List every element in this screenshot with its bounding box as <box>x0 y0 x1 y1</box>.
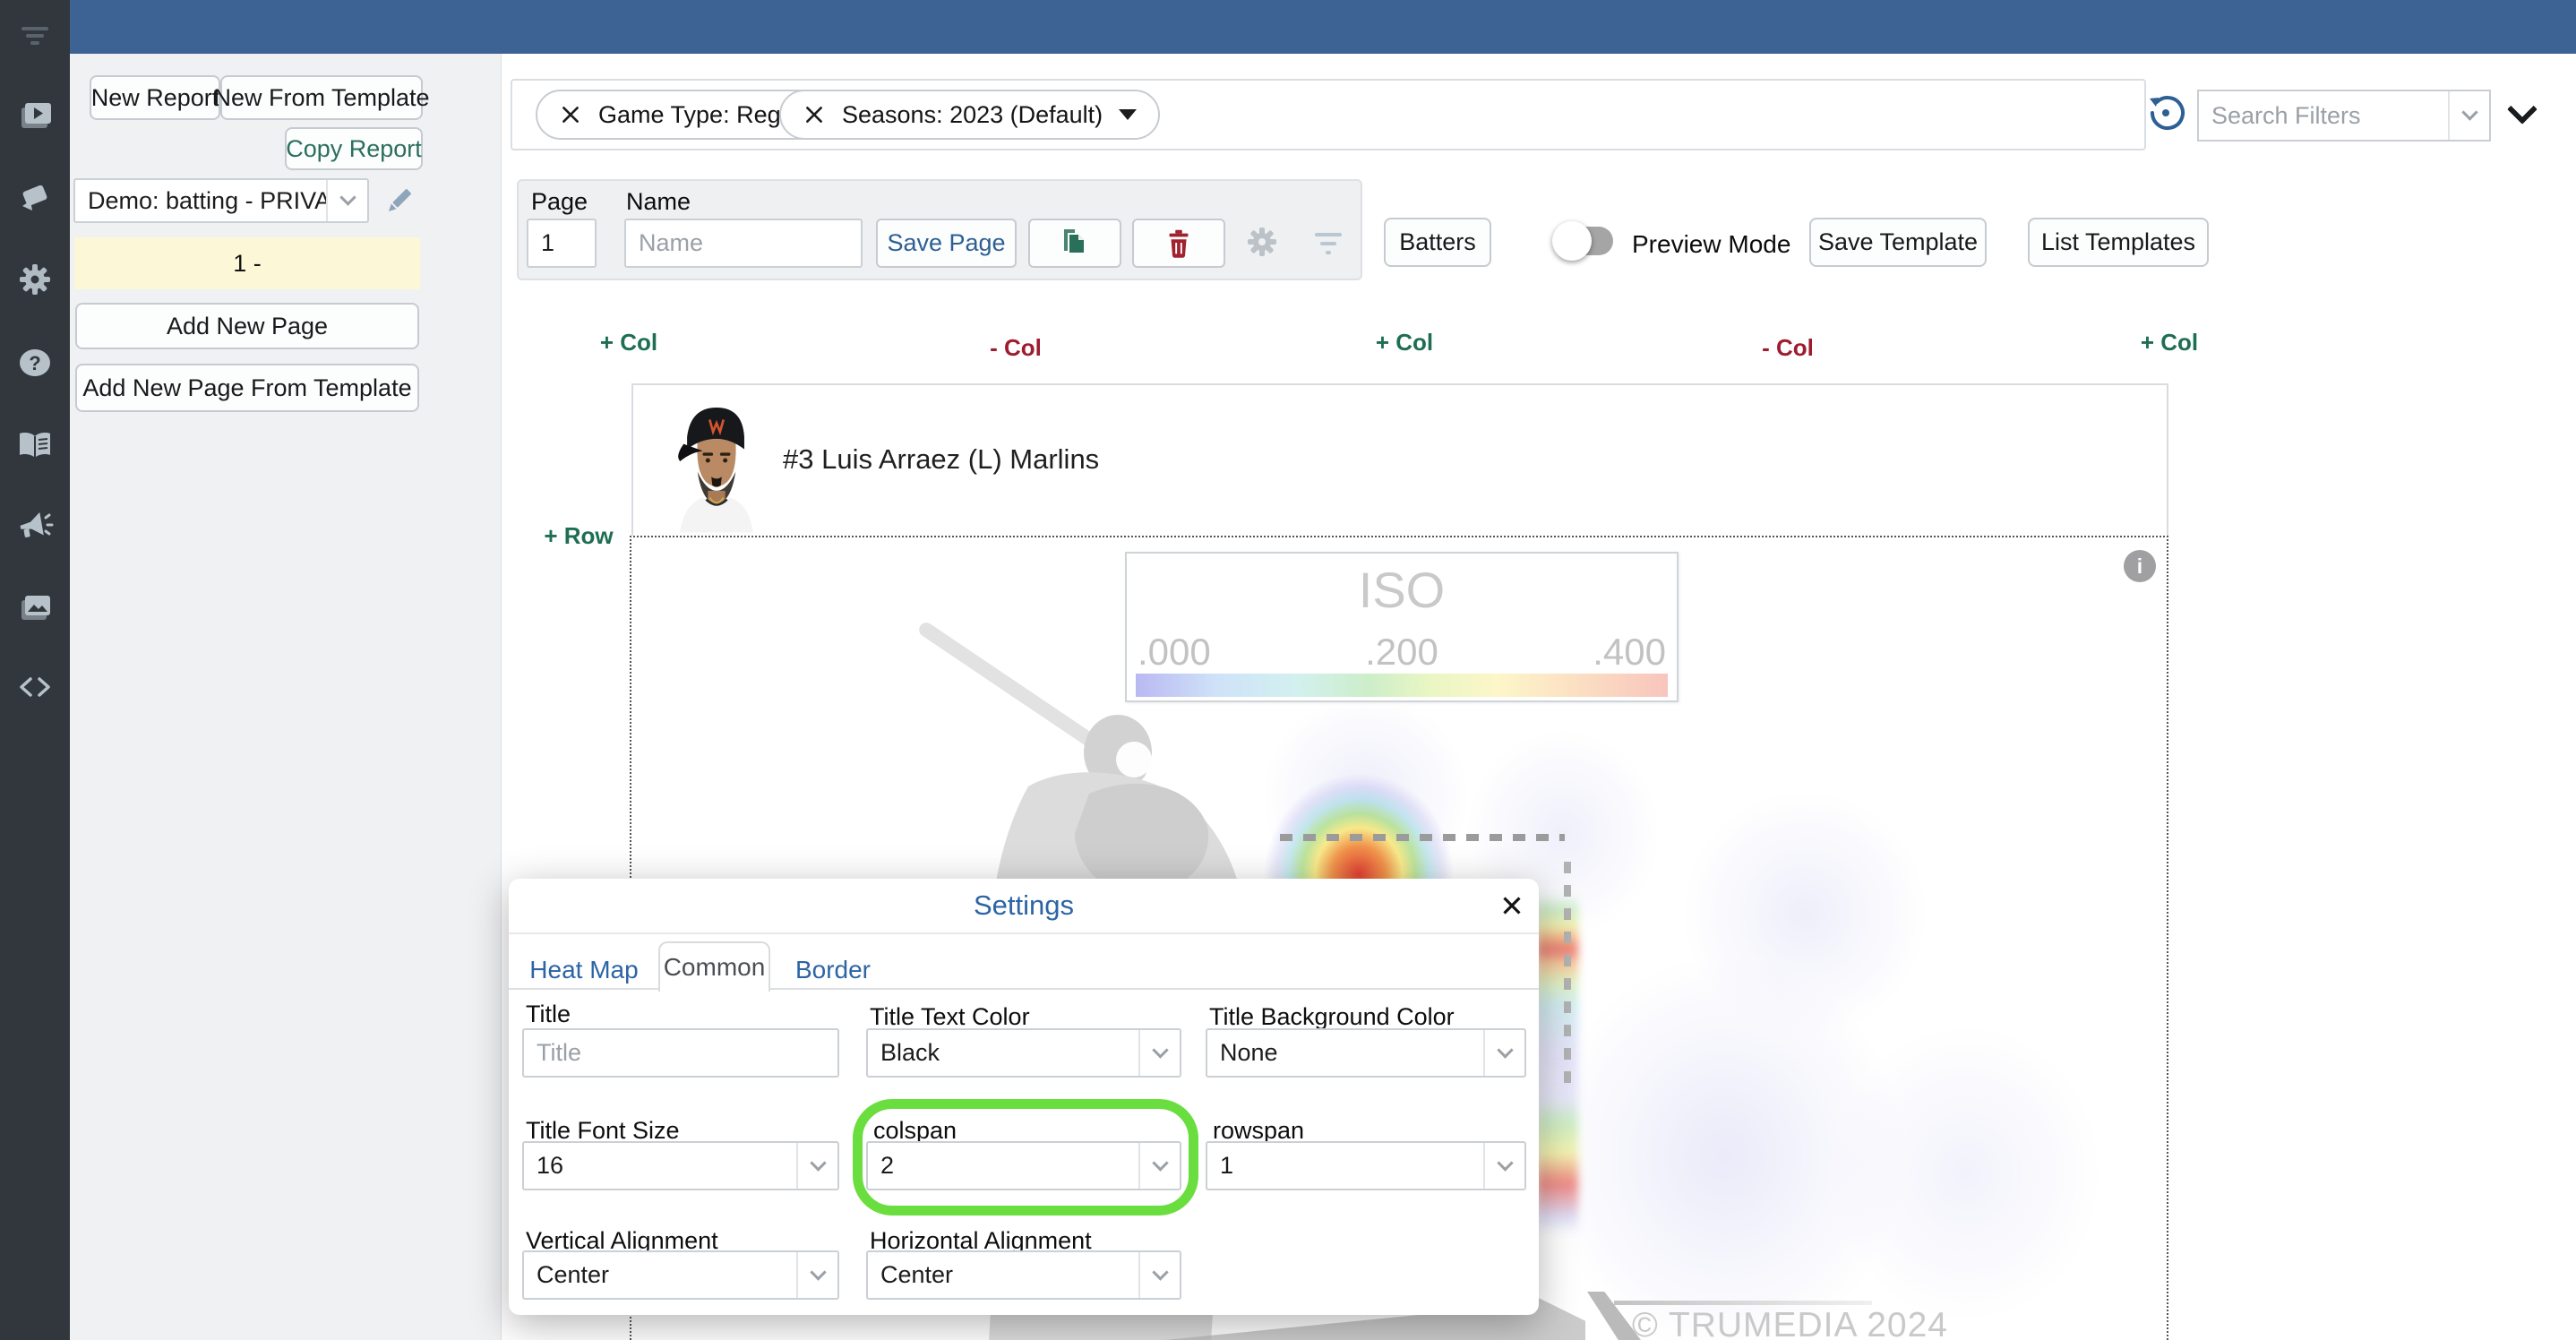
settings-gear-icon[interactable] <box>15 260 55 299</box>
chevron-down-icon[interactable] <box>2448 91 2489 140</box>
new-from-template-button[interactable]: New From Template <box>213 75 430 120</box>
add-new-page-button[interactable]: Add New Page <box>75 303 419 349</box>
page-name-input[interactable] <box>624 219 863 268</box>
title-text-color-label: Title Text Color <box>870 1003 1030 1030</box>
search-filters-box <box>2197 90 2491 142</box>
glossary-book-icon[interactable] <box>15 425 55 465</box>
page-list-item-selected[interactable]: 1 - <box>74 237 420 289</box>
tab-common-active[interactable]: Common <box>658 941 770 992</box>
chevron-down-icon <box>1119 109 1138 120</box>
strike-zone-right-dashes <box>1564 862 1571 1093</box>
title-field-label: Title <box>526 1001 571 1027</box>
player-name: #3 Luis Arraez (L) Marlins <box>783 443 1100 475</box>
batters-button[interactable]: Batters <box>1384 218 1491 267</box>
chevron-down-icon <box>796 1252 837 1298</box>
legend-gradient-bar <box>1136 674 1668 697</box>
title-background-color-label: Title Background Color <box>1209 1003 1455 1030</box>
page-filter-icon[interactable] <box>1309 226 1348 262</box>
heatmap-legend: ISO .000 .200 .400 <box>1125 552 1679 702</box>
remove-col-link[interactable]: - Col <box>980 334 1052 362</box>
chevron-down-icon <box>1138 1252 1180 1298</box>
title-font-size-select[interactable]: 16 <box>522 1141 839 1190</box>
report-panel: New Report New From Template Copy Report… <box>70 54 502 1340</box>
name-label: Name <box>626 188 691 215</box>
page-number-input[interactable] <box>527 219 597 268</box>
modal-header-divider <box>509 932 1539 934</box>
app: ? New Report New From Template Copy Repo… <box>0 0 2576 1340</box>
player-photo <box>678 408 753 533</box>
chevron-down-icon <box>1483 1143 1524 1189</box>
heat-column <box>1537 896 1578 1234</box>
image-gallery-icon[interactable] <box>15 588 55 628</box>
tab-heat-map[interactable]: Heat Map <box>521 956 647 984</box>
strike-zone-top-dashes <box>1280 834 1565 841</box>
copy-report-button[interactable]: Copy Report <box>285 127 423 170</box>
trash-icon <box>1169 229 1189 258</box>
page-settings-gear-icon[interactable] <box>1242 222 1282 262</box>
settings-modal: Settings ✕ Heat Map Common Border Title … <box>509 879 1539 1315</box>
vertical-alignment-select[interactable]: Center <box>522 1250 839 1300</box>
edit-pencil-icon[interactable] <box>383 185 416 217</box>
new-report-button[interactable]: New Report <box>90 75 220 120</box>
icon-sidebar: ? <box>0 0 70 1340</box>
top-bar <box>70 0 2576 54</box>
list-templates-button[interactable]: List Templates <box>2028 218 2209 267</box>
help-icon[interactable]: ? <box>15 343 55 382</box>
trumedia-logo-line <box>1614 1301 1872 1305</box>
info-icon[interactable]: i <box>2124 550 2156 582</box>
filter-menu-icon[interactable] <box>15 15 55 55</box>
announcements-megaphone-icon[interactable] <box>15 507 55 546</box>
tab-border[interactable]: Border <box>779 956 887 984</box>
main-content: Game Type: Reg Seasons: 2023 (Default) P… <box>502 54 2576 1340</box>
report-select[interactable]: Demo: batting - PRIVATE (brad... <box>73 178 369 223</box>
save-template-button[interactable]: Save Template <box>1809 218 1987 267</box>
delete-page-button[interactable] <box>1132 219 1225 268</box>
close-icon[interactable]: ✕ <box>1492 888 1532 923</box>
rowspan-select[interactable]: 1 <box>1206 1141 1526 1190</box>
colspan-select[interactable]: 2 <box>866 1141 1181 1190</box>
video-library-icon[interactable] <box>15 96 55 135</box>
chevron-down-icon <box>1138 1030 1180 1076</box>
chevron-down-icon <box>1483 1030 1524 1076</box>
player-card: #3 Luis Arraez (L) Marlins <box>631 383 2168 536</box>
title-text-color-select[interactable]: Black <box>866 1028 1181 1078</box>
legend-tick-min: .000 <box>1138 631 1211 673</box>
add-col-link[interactable]: + Col <box>593 329 665 356</box>
legend-tick-max: .400 <box>1593 631 1666 673</box>
watermark-text: © TRUMEDIA 2024 <box>1632 1306 1948 1340</box>
title-background-color-select[interactable]: None <box>1206 1028 1526 1078</box>
history-icon[interactable] <box>2146 93 2185 133</box>
cards-icon[interactable] <box>15 178 55 218</box>
add-col-link[interactable]: + Col <box>2134 329 2205 356</box>
title-input[interactable] <box>522 1028 839 1078</box>
chevron-down-icon <box>1138 1143 1180 1189</box>
chevron-down-icon <box>326 180 367 221</box>
duplicate-page-button[interactable] <box>1028 219 1121 268</box>
legend-title: ISO <box>1358 562 1446 618</box>
legend-tick-mid: .200 <box>1365 631 1438 673</box>
preview-mode-toggle-knob[interactable] <box>1552 221 1592 261</box>
add-col-link[interactable]: + Col <box>1369 329 1440 356</box>
chevron-down-icon <box>796 1143 837 1189</box>
remove-filter-icon[interactable] <box>559 103 582 126</box>
search-filters-input[interactable] <box>2199 91 2448 140</box>
collapse-filters-chevron-icon[interactable] <box>2501 94 2544 133</box>
page-controls-panel: Page Name Save Page <box>517 179 1362 280</box>
horizontal-alignment-select[interactable]: Center <box>866 1250 1181 1300</box>
preview-mode-label: Preview Mode <box>1632 230 1791 258</box>
remove-filter-icon[interactable] <box>803 103 826 126</box>
filter-chip-seasons[interactable]: Seasons: 2023 (Default) <box>779 90 1161 140</box>
save-page-button[interactable]: Save Page <box>876 219 1017 268</box>
svg-text:?: ? <box>29 352 40 374</box>
copy-icon <box>1064 228 1084 253</box>
add-new-page-from-template-button[interactable]: Add New Page From Template <box>75 364 419 412</box>
page-label: Page <box>531 188 588 215</box>
add-row-link[interactable]: + Row <box>543 522 614 550</box>
remove-col-link[interactable]: - Col <box>1752 334 1824 362</box>
embed-code-icon[interactable] <box>15 667 55 707</box>
modal-title: Settings <box>973 889 1074 921</box>
